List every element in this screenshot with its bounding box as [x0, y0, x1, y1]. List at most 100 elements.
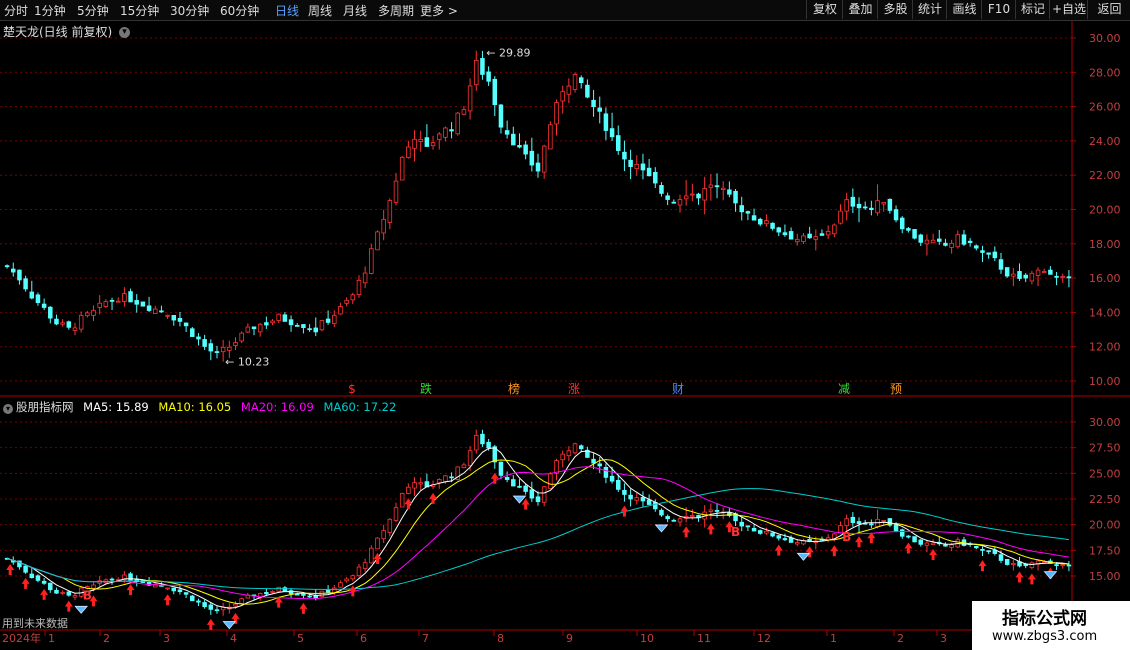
- low-price-label: ← 10.23: [225, 356, 269, 369]
- candle-body: [233, 342, 238, 346]
- candle-body: [393, 180, 399, 203]
- candle-body: [825, 231, 831, 236]
- indicator-name[interactable]: 股朋指标网: [16, 400, 74, 414]
- buy-arrow-icon: [1015, 571, 1024, 583]
- buy-arrow-icon: [855, 536, 864, 548]
- candle-body: [202, 339, 207, 347]
- candle-body: [838, 210, 843, 224]
- ind-candle-body: [714, 510, 720, 512]
- y-tick-label: 10.00: [1089, 375, 1121, 388]
- stock-title-text: 楚天龙(日线 前复权): [3, 25, 113, 39]
- candle-body: [622, 151, 627, 160]
- y-tick-label: 28.00: [1089, 66, 1121, 79]
- ind-candle-body: [998, 554, 1004, 561]
- ind-candle-body: [597, 463, 602, 467]
- ind-candle-body: [628, 494, 633, 500]
- event-marker: 财: [672, 382, 684, 396]
- ind-candle-body: [325, 589, 331, 593]
- candle-body: [301, 324, 306, 329]
- candle-body: [751, 215, 757, 221]
- ind-candle-body: [616, 480, 621, 490]
- ind-candle-body: [659, 509, 664, 516]
- buy-arrow-icon: [40, 588, 49, 600]
- y-tick-label: 20.00: [1089, 204, 1121, 217]
- b-signal-label: B: [842, 530, 851, 544]
- ind-candle-body: [54, 589, 59, 594]
- candle-body: [375, 231, 380, 251]
- candle-body: [362, 272, 368, 284]
- ind-candle-body: [171, 587, 177, 592]
- y-tick-label: 20.00: [1089, 519, 1121, 532]
- ind-candle-body: [548, 473, 553, 489]
- candle-body: [597, 107, 602, 112]
- buy-arrow-icon: [429, 492, 438, 504]
- x-tick-label: 1: [830, 632, 837, 645]
- ind-candle-body: [918, 539, 924, 545]
- x-tick-label: 3: [163, 632, 170, 645]
- ind-candle-body: [190, 595, 195, 602]
- ind-candle-body: [1054, 564, 1059, 567]
- event-marker: $: [348, 382, 356, 396]
- candle-body: [214, 351, 220, 353]
- candle-body: [955, 234, 961, 248]
- x-tick-label: 4: [230, 632, 237, 645]
- ind-candle-body: [202, 602, 207, 608]
- y-tick-label: 17.50: [1089, 544, 1121, 557]
- buy-arrow-icon: [620, 505, 629, 517]
- candle-body: [4, 265, 10, 268]
- candle-body: [319, 320, 325, 331]
- candle-body: [634, 163, 640, 170]
- candle-body: [424, 137, 430, 147]
- ind-candle-body: [795, 542, 800, 545]
- ind-candle-body: [375, 537, 380, 550]
- candle-body: [659, 185, 664, 194]
- ind-candle-body: [66, 591, 72, 596]
- ind-candle-body: [690, 515, 695, 517]
- ind-candle-body: [844, 518, 849, 527]
- candle-body: [511, 133, 516, 146]
- ind-candle-body: [356, 566, 362, 576]
- ind-candle-body: [974, 546, 979, 549]
- ind-candle-body: [949, 544, 954, 548]
- buy-arrow-icon: [978, 560, 987, 572]
- ind-candle-body: [436, 479, 442, 484]
- candle-body: [720, 187, 726, 190]
- candle-body: [115, 300, 121, 303]
- ind-candle-body: [578, 445, 584, 450]
- candle-body: [566, 85, 572, 95]
- candle-body: [85, 312, 90, 317]
- candle-body: [609, 128, 615, 138]
- candle-body: [1004, 267, 1010, 277]
- candle-body: [498, 104, 504, 128]
- chart-area[interactable]: 30.00 28.00 26.00 24.00 22.00 20.00 18.00 16.00…: [0, 0, 1130, 650]
- buy-arrow-icon: [490, 472, 499, 484]
- candle-body: [967, 240, 973, 243]
- ind-candle-body: [60, 592, 65, 594]
- chevron-down-icon[interactable]: ▾: [3, 404, 13, 414]
- indicator-header: ▾ 股朋指标网 MA5: 15.89 MA10: 16.05 MA20: 16.0…: [3, 399, 402, 415]
- candle-body: [683, 195, 689, 200]
- ind-candle-body: [72, 595, 78, 598]
- candle-body: [560, 91, 565, 102]
- x-tick-label: 6: [360, 632, 367, 645]
- stock-title: 楚天龙(日线 前复权) ▾: [3, 23, 131, 40]
- chevron-down-icon[interactable]: ▾: [119, 27, 131, 38]
- buy-arrow-icon: [1027, 573, 1036, 585]
- candle-body: [356, 279, 362, 295]
- ind-candle-body: [770, 532, 775, 537]
- ind-candle-body: [986, 550, 991, 553]
- candle-body: [54, 318, 59, 325]
- ind-candle-body: [307, 595, 312, 598]
- candle-body: [251, 326, 257, 330]
- event-markers: $ 跌 榜 涨 财 减 预: [348, 381, 902, 396]
- candle-body: [585, 84, 590, 98]
- ind-candle-body: [899, 529, 905, 537]
- candle-body: [350, 294, 356, 301]
- candle-body: [152, 308, 158, 314]
- ind-candle-body: [461, 464, 467, 469]
- buy-arrow-icon: [521, 498, 530, 510]
- candle-body: [665, 195, 670, 200]
- indicator-price-axis: 30.00 27.50 25.00 22.50 20.00 17.50 15.00: [1072, 416, 1121, 583]
- ind-candle-body: [35, 575, 41, 581]
- candle-body: [523, 144, 528, 155]
